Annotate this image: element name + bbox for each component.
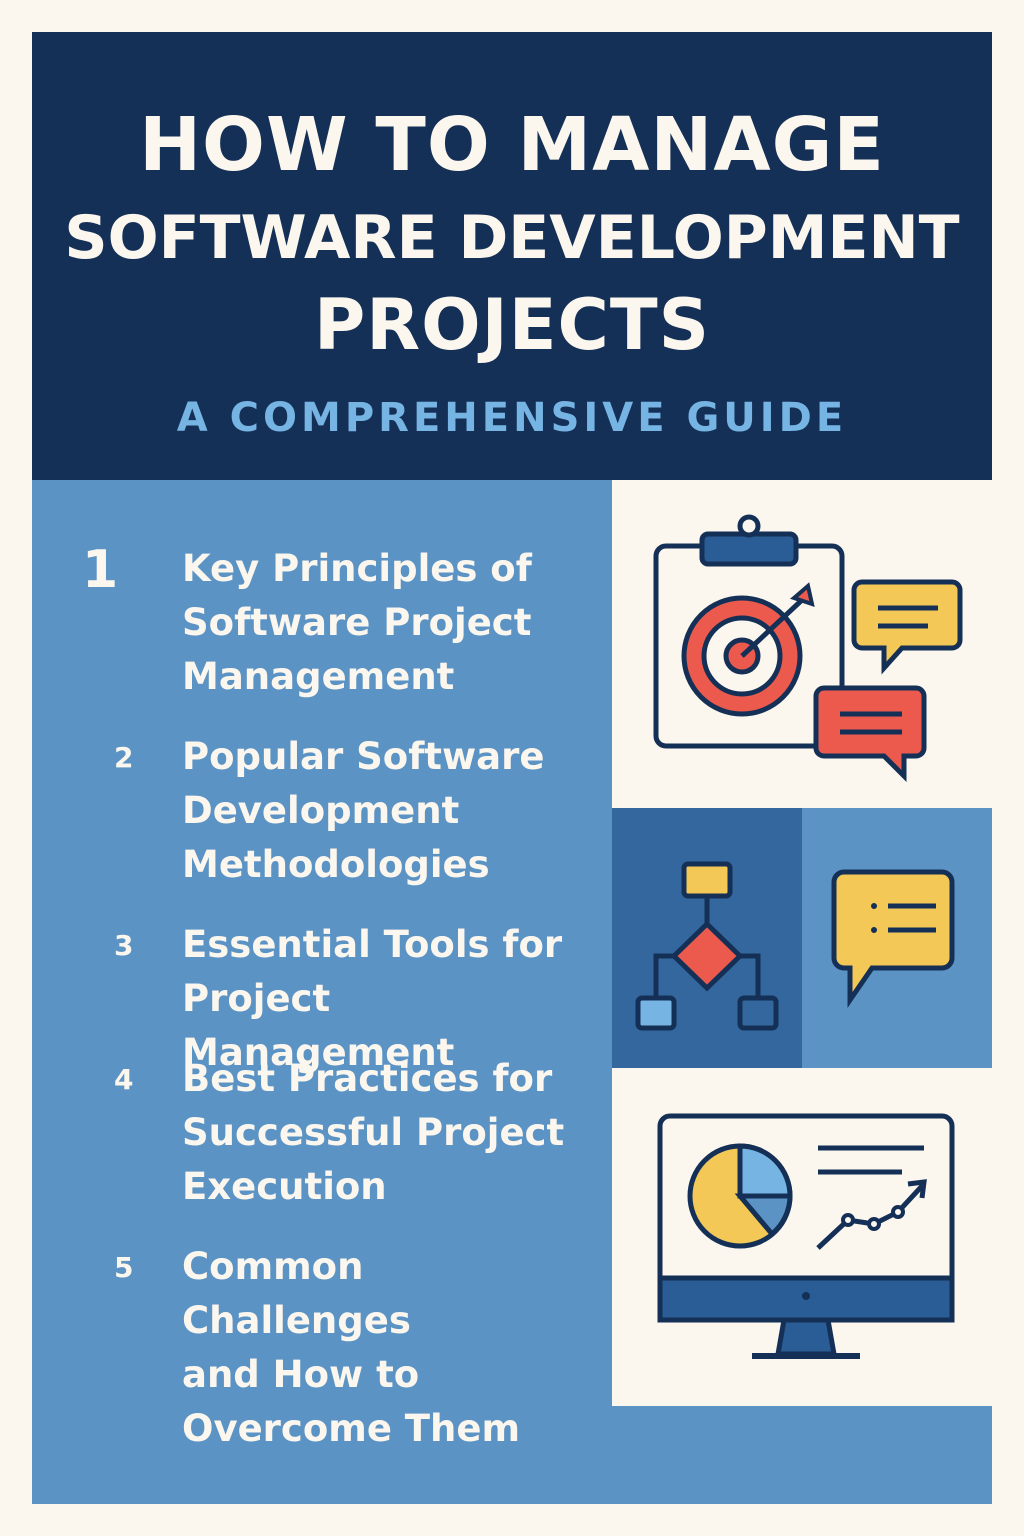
subtitle: A COMPREHENSIVE GUIDE: [176, 395, 848, 441]
monitor-tile: [612, 1068, 992, 1406]
clipboard-target-icon: [653, 514, 963, 783]
flowchart-icon: [635, 861, 779, 1031]
clipboard-tile: [612, 480, 992, 808]
section-title: Common Challenges and How to Overcome Th…: [182, 1245, 521, 1450]
section-title: Popular Software Development Methodologi…: [182, 735, 545, 886]
title-line-3: PROJECTS: [313, 284, 711, 366]
section-number: 3: [114, 929, 134, 962]
monitor-analytics-icon: [657, 1113, 955, 1359]
title-line-2: SOFTWARE DEVELOPMENT: [64, 203, 960, 273]
flowchart-tile: [612, 808, 802, 1068]
title-line-1: HOW TO MANAGE: [139, 102, 885, 188]
section-number: 2: [114, 741, 134, 774]
header-banner: HOW TO MANAGE SOFTWARE DEVELOPMENT PROJE…: [32, 32, 992, 480]
section-number: 1: [82, 540, 119, 600]
section-number: 4: [114, 1063, 134, 1096]
section-title: Key Principles of Software Project Manag…: [182, 547, 532, 698]
section-title: Best Practices for Successful Project Ex…: [182, 1057, 565, 1208]
chat-bubble-icon: [831, 869, 955, 1009]
chat-tile: [802, 808, 992, 1068]
section-number: 5: [114, 1251, 134, 1284]
